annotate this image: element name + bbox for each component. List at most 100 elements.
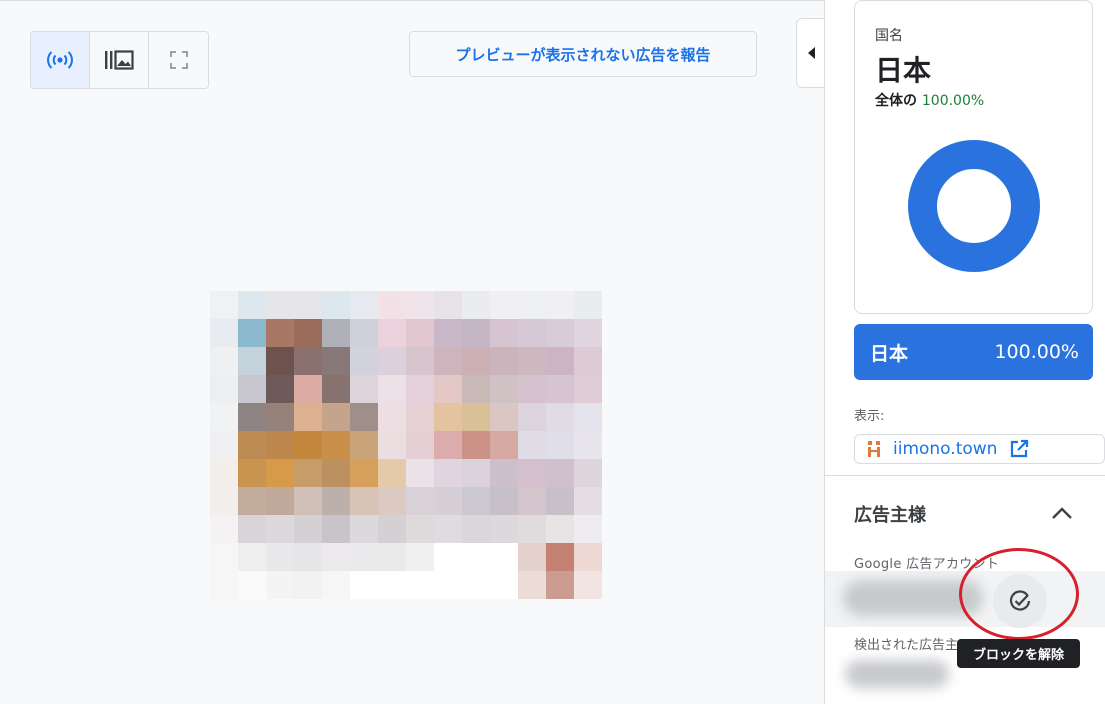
mosaic-tile — [434, 487, 462, 515]
mosaic-tile — [406, 515, 434, 543]
domain-text: iimono.town — [893, 439, 998, 459]
mosaic-tile — [266, 431, 294, 459]
mosaic-tile — [406, 487, 434, 515]
advertiser-section-title: 広告主様 — [854, 505, 926, 526]
mosaic-tile — [266, 571, 294, 599]
country-summary-card: 国名 日本 全体の 100.00% — [854, 0, 1093, 314]
mosaic-tile — [518, 347, 546, 375]
mosaic-tile — [462, 431, 490, 459]
mosaic-tile — [210, 375, 238, 403]
mosaic-tile — [238, 319, 266, 347]
mosaic-tile — [350, 375, 378, 403]
fullscreen-button[interactable] — [149, 32, 208, 88]
mosaic-tile — [378, 431, 406, 459]
mosaic-tile — [378, 319, 406, 347]
mosaic-tile — [378, 543, 406, 571]
mosaic-tile — [378, 459, 406, 487]
mosaic-tile — [546, 571, 574, 599]
mosaic-tile — [434, 291, 462, 319]
mosaic-tile — [546, 431, 574, 459]
mosaic-tile — [462, 403, 490, 431]
domain-link[interactable]: iimono.town — [854, 434, 1105, 464]
mosaic-tile — [266, 347, 294, 375]
mosaic-tile — [266, 515, 294, 543]
mosaic-tile — [378, 347, 406, 375]
display-label: 表示: — [854, 409, 885, 424]
country-row-name: 日本 — [870, 342, 909, 365]
mosaic-tile — [434, 543, 462, 571]
highlight-annotation-circle — [959, 548, 1079, 640]
mosaic-tile — [238, 487, 266, 515]
country-share: 全体の 100.00% — [875, 90, 984, 110]
mosaic-tile — [378, 487, 406, 515]
mosaic-tile — [546, 319, 574, 347]
country-donut-chart — [908, 140, 1040, 272]
redacted-advertiser-name — [845, 660, 949, 688]
mosaic-tile — [378, 515, 406, 543]
mosaic-tile — [574, 571, 602, 599]
mosaic-tile — [378, 375, 406, 403]
mosaic-tile — [462, 543, 490, 571]
live-preview-button[interactable] — [31, 32, 90, 88]
mosaic-tile — [378, 403, 406, 431]
mosaic-tile — [490, 487, 518, 515]
mosaic-tile — [574, 403, 602, 431]
mosaic-tile — [434, 431, 462, 459]
share-value: 100.00% — [921, 93, 985, 109]
mosaic-tile — [546, 543, 574, 571]
ad-preview-image — [210, 291, 602, 599]
mosaic-tile — [406, 291, 434, 319]
mosaic-tile — [350, 543, 378, 571]
mosaic-tile — [462, 487, 490, 515]
mosaic-tile — [518, 487, 546, 515]
mosaic-tile — [546, 403, 574, 431]
mosaic-tile — [406, 571, 434, 599]
mosaic-tile — [350, 347, 378, 375]
mosaic-tile — [518, 403, 546, 431]
mosaic-tile — [546, 347, 574, 375]
section-divider — [825, 475, 1105, 476]
mosaic-tile — [294, 571, 322, 599]
mosaic-tile — [462, 571, 490, 599]
mosaic-tile — [490, 431, 518, 459]
mosaic-tile — [574, 543, 602, 571]
mosaic-tile — [238, 347, 266, 375]
mosaic-tile — [322, 319, 350, 347]
mosaic-tile — [490, 291, 518, 319]
mosaic-tile — [574, 515, 602, 543]
report-missing-preview-button[interactable]: プレビューが表示されない広告を報告 — [409, 31, 757, 77]
mosaic-tile — [518, 515, 546, 543]
mosaic-tile — [462, 515, 490, 543]
mosaic-tile — [322, 291, 350, 319]
mosaic-tile — [518, 459, 546, 487]
country-row-japan[interactable]: 日本 100.00% — [854, 324, 1093, 380]
gallery-view-button[interactable] — [90, 32, 149, 88]
detected-advertiser-label: 検出された広告主 — [854, 638, 959, 653]
mosaic-tile — [434, 375, 462, 403]
view-mode-toolbar — [30, 31, 209, 89]
collapse-advertiser-button[interactable] — [1047, 499, 1077, 527]
mosaic-tile — [238, 459, 266, 487]
mosaic-tile — [574, 487, 602, 515]
mosaic-tile — [350, 319, 378, 347]
mosaic-tile — [574, 459, 602, 487]
mosaic-tile — [462, 459, 490, 487]
mosaic-tile — [406, 459, 434, 487]
mosaic-tile — [574, 291, 602, 319]
mosaic-tile — [294, 515, 322, 543]
mosaic-tile — [350, 515, 378, 543]
mosaic-tile — [322, 487, 350, 515]
mosaic-tile — [350, 487, 378, 515]
mosaic-tile — [434, 571, 462, 599]
mosaic-tile — [490, 375, 518, 403]
mosaic-tile — [406, 431, 434, 459]
mosaic-tile — [546, 291, 574, 319]
collapse-panel-button[interactable] — [796, 18, 826, 88]
mosaic-tile — [490, 347, 518, 375]
mosaic-tile — [322, 403, 350, 431]
mosaic-tile — [294, 319, 322, 347]
mosaic-tile — [322, 347, 350, 375]
mosaic-tile — [518, 375, 546, 403]
mosaic-tile — [434, 403, 462, 431]
mosaic-tile — [210, 543, 238, 571]
